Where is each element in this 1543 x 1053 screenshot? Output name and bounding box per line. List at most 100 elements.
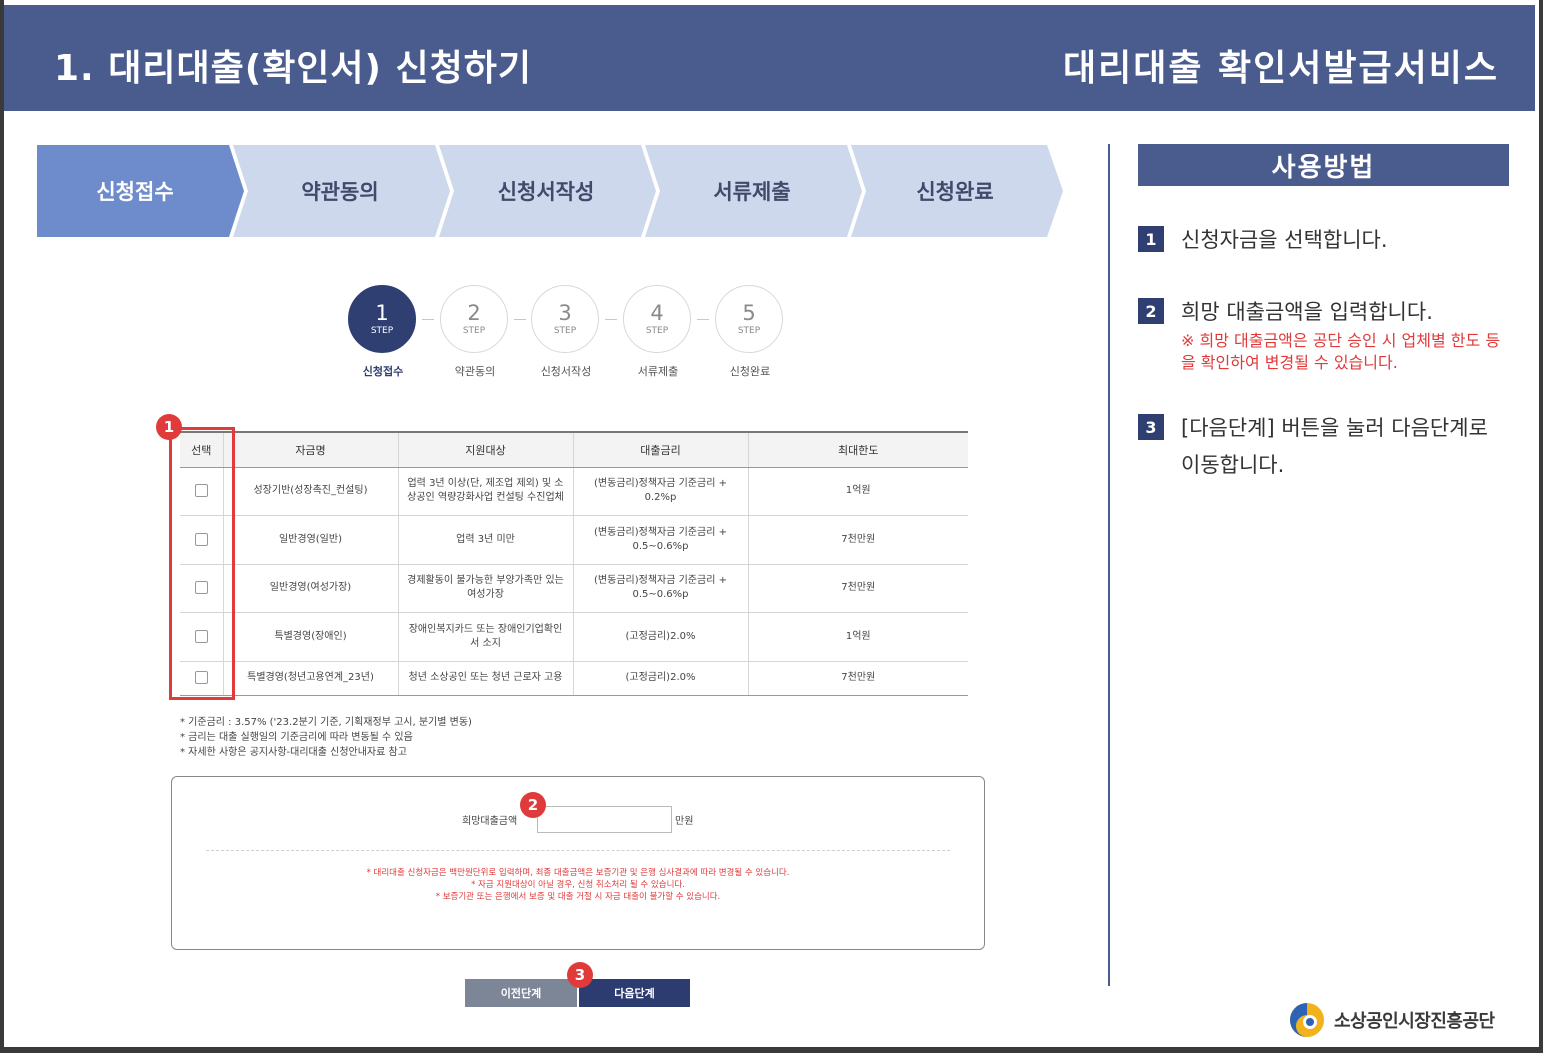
usage-text: 희망 대출금액을 입력합니다. [1181, 300, 1433, 324]
warning-line: * 대리대출 신청자금은 백만원단위로 입력하며, 최종 대출금액은 보증기관 … [366, 868, 790, 878]
usage-text: 신청자금을 선택합니다. [1181, 228, 1388, 252]
loan-amount-input[interactable] [537, 806, 672, 833]
target-cell: 청년 소상공인 또는 청년 근로자 고용 [397, 661, 573, 696]
step-circle: 1 STEP [348, 285, 416, 353]
step-circle: 4 STEP [623, 285, 691, 353]
fund-name-cell: 일반경영(여성가장) [222, 564, 398, 613]
note-line: * 기준금리 : 3.57% ('23.2분기 기준, 기획재정부 고시, 분기… [180, 717, 472, 728]
step-label: STEP [553, 326, 577, 336]
amount-panel: 희망대출금액 만원 * 대리대출 신청자금은 백만원단위로 입력하며, 최종 대… [171, 776, 985, 950]
panel-divider [1108, 144, 1110, 986]
rate-notes: * 기준금리 : 3.57% ('23.2분기 기준, 기획재정부 고시, 분기… [180, 715, 472, 760]
fund-name-cell: 일반경영(일반) [222, 515, 398, 565]
usage-number: 3 [1138, 414, 1164, 440]
limit-cell: 1억원 [747, 467, 968, 516]
limit-cell: 7천만원 [747, 515, 968, 565]
column-header-target: 지원대상 [397, 431, 573, 468]
limit-cell: 7천만원 [747, 564, 968, 613]
step-number: 3 [558, 301, 572, 325]
step-circle: 3 STEP [531, 285, 599, 353]
logo-icon [1288, 1001, 1326, 1039]
step-label: STEP [462, 326, 486, 336]
fund-table: 선택 자금명 지원대상 대출금리 최대한도 성장기반(성장촉진_컨설팅) 업력 … [180, 431, 968, 696]
step-label: STEP [370, 326, 394, 336]
target-cell: 업력 3년 이상(단, 제조업 제외) 및 소상공인 역량강화사업 컨설팅 수진… [397, 467, 573, 516]
step-circle: 5 STEP [715, 285, 783, 353]
callout-badge-2: 2 [520, 792, 546, 818]
rate-cell: (변동금리)정책자금 기준금리 + 0.5~0.6%p [572, 564, 748, 613]
rate-cell: (변동금리)정책자금 기준금리 + 0.5~0.6%p [572, 515, 748, 565]
target-cell: 업력 3년 미만 [397, 515, 573, 565]
organization-logo: 소상공인시장진흥공단 [1288, 1000, 1518, 1040]
warning-line: * 자금 지원대상이 아닐 경우, 신청 취소처리 될 수 있습니다. [471, 880, 685, 890]
step-indicator: 1 STEP 신청접수 2 STEP 약관동의 3 STEP 신청서작성 4 S… [340, 285, 800, 385]
step-5: 5 STEP 신청완료 [715, 285, 785, 379]
column-header-limit: 최대한도 [747, 431, 968, 468]
progress-item-complete: 신청완료 [916, 180, 994, 204]
prev-step-button[interactable]: 이전단계 [465, 979, 577, 1007]
step-caption: 신청접수 [362, 365, 404, 378]
table-row: 일반경영(여성가장) 경제활동이 불가능한 부양가족만 있는 여성가장 (변동금… [180, 564, 968, 613]
step-caption: 서류제출 [637, 365, 679, 378]
note-line: * 금리는 대출 실행일의 기준금리에 따라 변동될 수 있음 [180, 732, 413, 743]
usage-title: 사용방법 [1138, 144, 1509, 186]
column-header-fund-name: 자금명 [222, 431, 398, 468]
step-3: 3 STEP 신청서작성 [531, 285, 601, 379]
page-title: 1. 대리대출(확인서) 신청하기 [54, 48, 533, 89]
table-row: 일반경영(일반) 업력 3년 미만 (변동금리)정책자금 기준금리 + 0.5~… [180, 515, 968, 565]
step-4: 4 STEP 서류제출 [623, 285, 693, 379]
amount-unit: 만원 [675, 816, 694, 827]
step-connector [697, 319, 709, 320]
usage-number: 1 [1138, 226, 1164, 252]
progress-item-form: 신청서작성 [497, 180, 595, 204]
step-caption: 신청서작성 [540, 365, 592, 378]
usage-number: 2 [1138, 298, 1164, 324]
table-row: 성장기반(성장촉진_컨설팅) 업력 3년 이상(단, 제조업 제외) 및 소상공… [180, 467, 968, 516]
step-caption: 신청완료 [729, 365, 771, 378]
progress-bar: 신청접수 약관동의 신청서작성 서류제출 신청완료 [37, 145, 1067, 237]
step-circle: 2 STEP [440, 285, 508, 353]
fund-name-cell: 특별경영(청년고용연계_23년) [222, 661, 398, 696]
table-row: 특별경영(장애인) 장애인복지카드 또는 장애인기업확인서 소지 (고정금리)2… [180, 612, 968, 662]
progress-item-terms: 약관동의 [301, 180, 379, 204]
service-title: 대리대출 확인서발급서비스 [1063, 48, 1499, 89]
table-header-row: 선택 자금명 지원대상 대출금리 최대한도 [180, 431, 968, 468]
usage-text: [다음단계] 버튼을 눌러 다음단계로 이동합니다. [1181, 416, 1488, 477]
step-label: STEP [645, 326, 669, 336]
progress-item-documents: 서류제출 [713, 180, 791, 204]
column-header-rate: 대출금리 [572, 431, 748, 468]
callout-badge-1: 1 [156, 414, 182, 440]
step-number: 1 [375, 301, 389, 325]
limit-cell: 1억원 [747, 612, 968, 662]
table-row: 특별경영(청년고용연계_23년) 청년 소상공인 또는 청년 근로자 고용 (고… [180, 661, 968, 696]
callout-badge-3: 3 [567, 962, 593, 988]
fund-name-cell: 성장기반(성장촉진_컨설팅) [222, 467, 398, 516]
next-step-button[interactable]: 다음단계 [579, 979, 690, 1007]
step-caption: 약관동의 [454, 365, 496, 378]
step-number: 5 [742, 301, 756, 325]
step-number: 4 [650, 301, 664, 325]
target-cell: 장애인복지카드 또는 장애인기업확인서 소지 [397, 612, 573, 662]
step-connector [422, 319, 434, 320]
rate-cell: (고정금리)2.0% [572, 612, 748, 662]
select-column-highlight [169, 427, 235, 700]
limit-cell: 7천만원 [747, 661, 968, 696]
progress-item-apply: 신청접수 [96, 180, 174, 204]
step-2: 2 STEP 약관동의 [440, 285, 510, 379]
note-line: * 자세한 사항은 공지사항-대리대출 신청안내자료 참고 [180, 747, 407, 758]
step-label: STEP [737, 326, 761, 336]
step-connector [605, 319, 617, 320]
header-bar: 1. 대리대출(확인서) 신청하기 대리대출 확인서발급서비스 [4, 5, 1535, 111]
step-connector [514, 319, 526, 320]
usage-note: ※ 희망 대출금액은 공단 승인 시 업체별 한도 등을 확인하여 변경될 수 … [1181, 331, 1501, 372]
amount-label: 희망대출금액 [462, 816, 518, 827]
fund-name-cell: 특별경영(장애인) [222, 612, 398, 662]
rate-cell: (고정금리)2.0% [572, 661, 748, 696]
target-cell: 경제활동이 불가능한 부양가족만 있는 여성가장 [397, 564, 573, 613]
rate-cell: (변동금리)정책자금 기준금리 + 0.2%p [572, 467, 748, 516]
logo-text: 소상공인시장진흥공단 [1334, 1011, 1495, 1032]
warning-line: * 보증기관 또는 은행에서 보증 및 대출 거절 시 자금 대출이 불가할 수… [435, 892, 721, 902]
amount-warnings: * 대리대출 신청자금은 백만원단위로 입력하며, 최종 대출금액은 보증기관 … [172, 867, 984, 903]
step-1: 1 STEP 신청접수 [348, 285, 418, 379]
step-number: 2 [467, 301, 481, 325]
